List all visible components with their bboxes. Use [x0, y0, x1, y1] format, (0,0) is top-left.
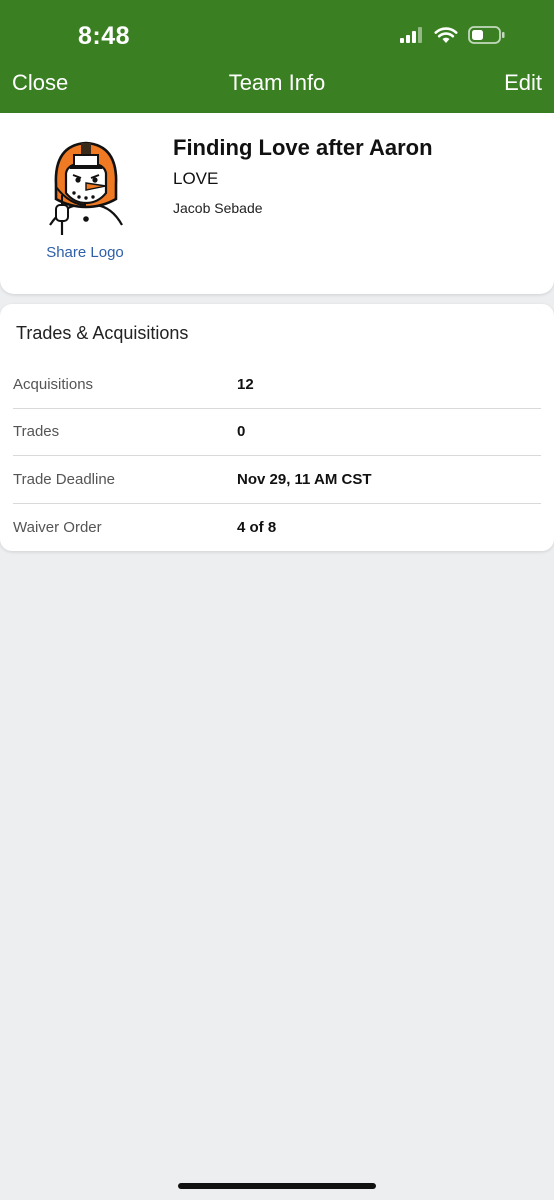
row-value: 12	[237, 375, 254, 393]
row-label: Acquisitions	[13, 375, 94, 393]
waiver-order-row: Waiver Order 4 of 8	[13, 504, 541, 552]
cellular-signal-icon	[400, 26, 424, 48]
status-time: 8:48	[78, 22, 131, 50]
app-header: 8:48 Close Team Info Edit	[0, 0, 554, 113]
row-value: 4 of 8	[237, 518, 277, 536]
share-logo-link[interactable]: Share Logo	[30, 244, 140, 261]
team-owner: Jacob Sebade	[173, 200, 263, 216]
row-label: Waiver Order	[13, 518, 102, 536]
acquisitions-row: Acquisitions 12	[13, 361, 541, 409]
team-name: Finding Love after Aaron	[173, 135, 433, 160]
row-value: 0	[237, 423, 246, 441]
row-label: Trades	[13, 423, 60, 441]
section-title: Trades & Acquisitions	[16, 323, 189, 343]
row-label: Trade Deadline	[13, 470, 116, 488]
row-value: Nov 29, 11 AM CST	[237, 470, 372, 488]
edit-button[interactable]: Edit	[504, 70, 542, 96]
status-icons	[400, 25, 506, 50]
trades-row: Trades 0	[13, 409, 541, 456]
battery-icon	[468, 25, 506, 50]
snowman-helmet-logo-icon[interactable]	[40, 137, 132, 235]
trades-card: Trades & Acquisitions Acquisitions 12 Tr…	[0, 304, 554, 551]
team-abbrev: LOVE	[173, 169, 219, 188]
trade-deadline-row: Trade Deadline Nov 29, 11 AM CST	[13, 456, 541, 504]
wifi-icon	[434, 26, 458, 49]
trades-list: Acquisitions 12 Trades 0 Trade Deadline …	[13, 361, 541, 551]
home-indicator[interactable]	[178, 1183, 376, 1189]
team-card: Share Logo Finding Love after Aaron LOVE…	[0, 113, 554, 294]
page-title: Team Info	[228, 70, 326, 95]
